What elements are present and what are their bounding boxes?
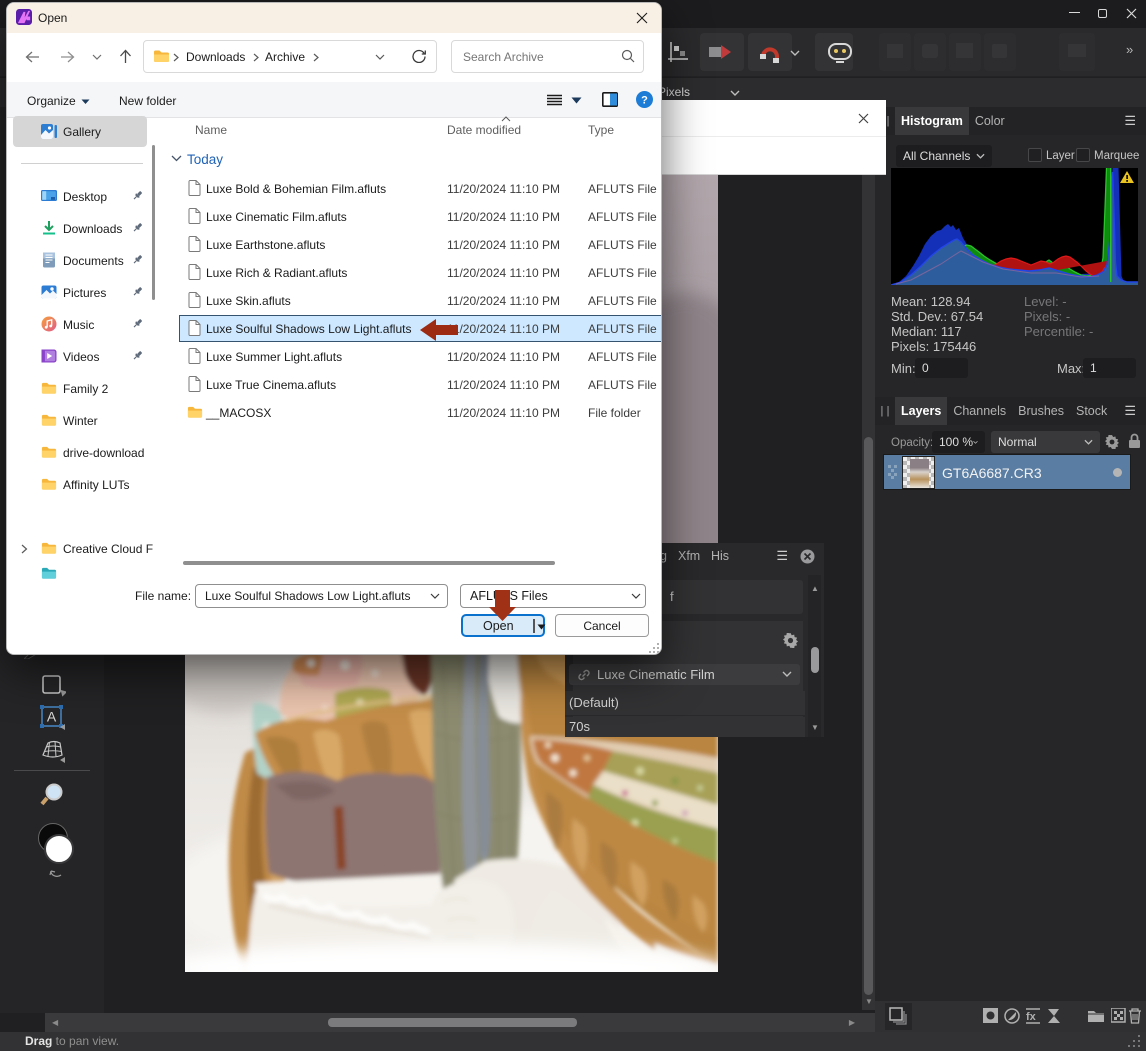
svg-text:A: A [47,709,57,725]
svg-text:fx: fx [1026,1011,1037,1023]
svg-text:?: ? [641,95,648,107]
